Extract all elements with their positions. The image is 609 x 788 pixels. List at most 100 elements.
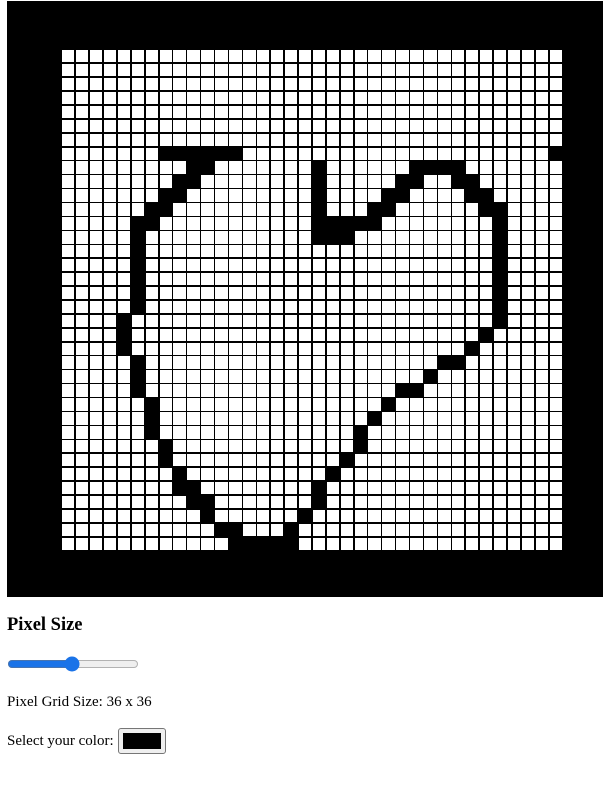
pixel-cell[interactable] <box>465 440 479 453</box>
pixel-cell[interactable] <box>549 189 562 202</box>
pixel-cell[interactable] <box>187 203 200 216</box>
pixel-cell[interactable] <box>89 231 103 244</box>
pixel-cell[interactable] <box>354 412 367 425</box>
pixel-cell[interactable] <box>549 453 562 467</box>
pixel-cell[interactable] <box>298 314 312 328</box>
pixel-cell[interactable] <box>145 509 158 523</box>
pixel-cell[interactable] <box>89 161 103 174</box>
pixel-cell[interactable] <box>201 245 214 258</box>
pixel-cell[interactable] <box>368 63 381 77</box>
pixel-cell[interactable] <box>479 509 493 523</box>
pixel-cell[interactable] <box>368 384 381 397</box>
pixel-cell[interactable] <box>549 133 562 146</box>
pixel-cell[interactable] <box>159 119 172 133</box>
pixel-cell[interactable] <box>201 495 214 509</box>
pixel-cell[interactable] <box>382 509 395 523</box>
pixel-cell[interactable] <box>284 50 298 63</box>
pixel-cell[interactable] <box>410 370 423 383</box>
pixel-cell[interactable] <box>340 370 354 383</box>
pixel-cell[interactable] <box>354 175 367 188</box>
pixel-cell[interactable] <box>145 537 158 550</box>
pixel-cell[interactable] <box>145 91 158 105</box>
pixel-cell[interactable] <box>521 217 535 230</box>
pixel-cell[interactable] <box>215 328 228 342</box>
pixel-cell[interactable] <box>201 467 214 481</box>
pixel-cell[interactable] <box>117 370 131 383</box>
pixel-cell[interactable] <box>382 217 395 230</box>
pixel-cell[interactable] <box>284 105 298 119</box>
pixel-cell[interactable] <box>465 91 479 105</box>
pixel-cell[interactable] <box>243 440 256 453</box>
pixel-cell[interactable] <box>131 217 145 230</box>
pixel-cell[interactable] <box>535 133 549 146</box>
pixel-cell[interactable] <box>257 203 270 216</box>
pixel-cell[interactable] <box>270 175 284 188</box>
pixel-cell[interactable] <box>326 50 340 63</box>
pixel-cell[interactable] <box>229 50 242 63</box>
pixel-cell[interactable] <box>62 272 75 286</box>
pixel-cell[interactable] <box>549 119 562 133</box>
pixel-cell[interactable] <box>298 370 312 383</box>
pixel-cell[interactable] <box>479 63 493 77</box>
pixel-cell[interactable] <box>284 231 298 244</box>
pixel-cell[interactable] <box>326 356 340 369</box>
pixel-cell[interactable] <box>368 328 381 342</box>
pixel-cell[interactable] <box>89 203 103 216</box>
pixel-cell[interactable] <box>368 314 381 328</box>
pixel-cell[interactable] <box>340 50 354 63</box>
pixel-cell[interactable] <box>382 537 395 550</box>
pixel-cell[interactable] <box>410 412 423 425</box>
pixel-cell[interactable] <box>452 495 465 509</box>
pixel-cell[interactable] <box>62 467 75 481</box>
pixel-cell[interactable] <box>424 328 437 342</box>
pixel-cell[interactable] <box>396 481 409 495</box>
pixel-cell[interactable] <box>229 509 242 523</box>
pixel-cell[interactable] <box>424 286 437 300</box>
pixel-cell[interactable] <box>507 50 521 63</box>
pixel-cell[interactable] <box>117 133 131 146</box>
pixel-cell[interactable] <box>312 147 326 160</box>
pixel-cell[interactable] <box>368 453 381 467</box>
pixel-cell[interactable] <box>298 91 312 105</box>
pixel-cell[interactable] <box>326 370 340 383</box>
pixel-cell[interactable] <box>159 50 172 63</box>
pixel-cell[interactable] <box>159 481 172 495</box>
pixel-cell[interactable] <box>396 314 409 328</box>
pixel-cell[interactable] <box>131 342 145 355</box>
pixel-cell[interactable] <box>396 300 409 314</box>
pixel-cell[interactable] <box>521 314 535 328</box>
pixel-cell[interactable] <box>173 147 186 160</box>
pixel-cell[interactable] <box>159 203 172 216</box>
pixel-cell[interactable] <box>312 175 326 188</box>
pixel-cell[interactable] <box>145 495 158 509</box>
pixel-cell[interactable] <box>424 161 437 174</box>
pixel-cell[interactable] <box>187 231 200 244</box>
pixel-cell[interactable] <box>312 300 326 314</box>
pixel-cell[interactable] <box>479 300 493 314</box>
pixel-cell[interactable] <box>452 328 465 342</box>
pixel-cell[interactable] <box>215 440 228 453</box>
pixel-cell[interactable] <box>284 161 298 174</box>
pixel-cell[interactable] <box>396 342 409 355</box>
pixel-cell[interactable] <box>229 412 242 425</box>
pixel-cell[interactable] <box>382 300 395 314</box>
pixel-cell[interactable] <box>438 481 451 495</box>
pixel-cell[interactable] <box>410 63 423 77</box>
pixel-cell[interactable] <box>438 467 451 481</box>
pixel-cell[interactable] <box>410 495 423 509</box>
pixel-cell[interactable] <box>521 412 535 425</box>
pixel-cell[interactable] <box>201 147 214 160</box>
pixel-cell[interactable] <box>396 398 409 411</box>
pixel-cell[interactable] <box>396 50 409 63</box>
pixel-cell[interactable] <box>465 50 479 63</box>
pixel-cell[interactable] <box>410 245 423 258</box>
pixel-cell[interactable] <box>479 412 493 425</box>
pixel-cell[interactable] <box>284 272 298 286</box>
pixel-cell[interactable] <box>479 161 493 174</box>
pixel-cell[interactable] <box>243 384 256 397</box>
pixel-cell[interactable] <box>89 91 103 105</box>
pixel-cell[interactable] <box>131 300 145 314</box>
pixel-cell[interactable] <box>201 481 214 495</box>
pixel-cell[interactable] <box>103 231 117 244</box>
pixel-cell[interactable] <box>62 161 75 174</box>
